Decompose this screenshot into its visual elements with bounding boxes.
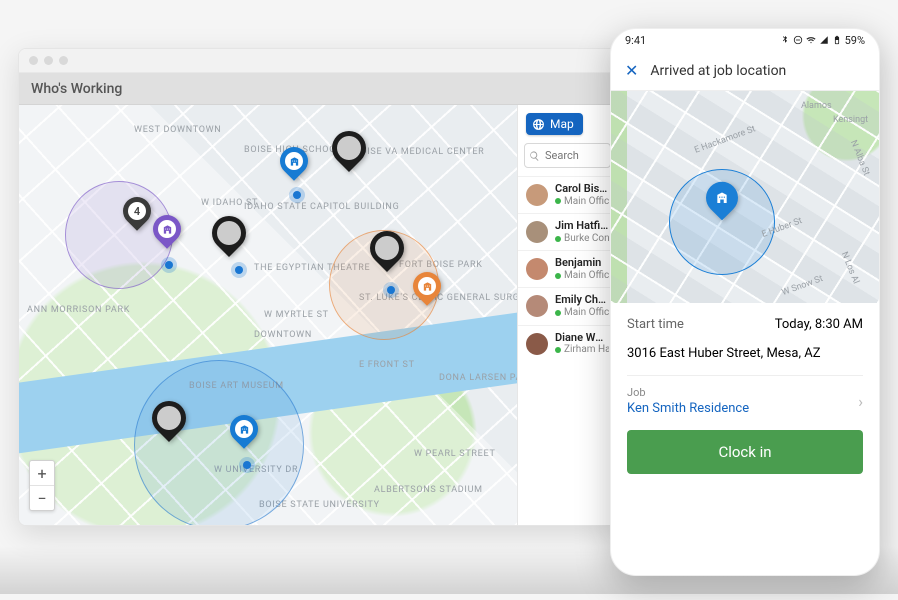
street-label: W Snow St	[781, 274, 825, 298]
status-dot	[555, 273, 561, 279]
employee-pin[interactable]	[205, 209, 253, 257]
employee-location: Main Office	[555, 307, 609, 319]
map-poi-label: W University Dr	[214, 465, 298, 475]
site-pin[interactable]	[147, 209, 187, 249]
map-poi-label: W Myrtle St	[264, 310, 329, 320]
gps-dot	[165, 261, 173, 269]
avatar	[526, 221, 548, 243]
bluetooth-icon	[780, 35, 790, 45]
status-bar: 9:41 59%	[611, 29, 879, 51]
window-chrome	[19, 49, 617, 73]
status-dot	[555, 236, 561, 242]
page-title: Who's Working	[19, 73, 617, 105]
employee-name: Diane Walters	[555, 332, 609, 345]
mobile-title: Arrived at job location	[650, 63, 786, 79]
employee-location: Zirham Hardware	[555, 344, 609, 356]
battery-icon	[832, 35, 842, 45]
street-label: Alamos	[801, 101, 832, 111]
job-name: Ken Smith Residence	[627, 401, 749, 416]
street-label: Kensingt	[833, 115, 868, 125]
search-icon	[529, 150, 540, 161]
gps-dot	[293, 191, 301, 199]
globe-icon	[532, 118, 545, 131]
employee-list-item[interactable]: Jim HatfieldBurke Construction	[518, 213, 617, 250]
river	[19, 302, 517, 458]
map-poi-label: Albertsons Stadium	[374, 485, 483, 495]
sidebar: Map Carol BishopMain OfficeJim HatfieldB…	[517, 105, 617, 525]
gps-dot	[387, 286, 395, 294]
window-dot	[59, 56, 68, 65]
employee-location: Burke Construction	[555, 233, 609, 245]
avatar	[526, 184, 548, 206]
window-dot	[29, 56, 38, 65]
map-poi-label: WEST DOWNTOWN	[134, 125, 221, 135]
window-dot	[44, 56, 53, 65]
employee-location: Main Office	[555, 270, 609, 282]
employee-list-item[interactable]: Emily ChangMain Office	[518, 287, 617, 324]
map-poi-label: Idaho State Capitol Building	[244, 202, 399, 212]
status-dot	[555, 310, 561, 316]
cluster-pin[interactable]: 4	[117, 191, 157, 231]
battery-percent: 59%	[845, 34, 865, 47]
dnd-icon	[793, 35, 803, 45]
map-poi-label: Boise State University	[259, 500, 380, 510]
street-label: E Hackamore St	[693, 124, 757, 155]
zoom-out-button[interactable]: −	[30, 485, 54, 510]
status-dot	[555, 198, 561, 204]
mobile-header: ✕ Arrived at job location	[611, 51, 879, 91]
employee-location: Main Office	[555, 196, 609, 208]
wifi-icon	[806, 35, 816, 45]
status-dot	[555, 347, 561, 353]
employee-name: Carol Bishop	[555, 183, 609, 196]
zoom-control: + −	[29, 460, 55, 511]
site-pin[interactable]	[407, 266, 447, 306]
job-row[interactable]: Job Ken Smith Residence ›	[611, 376, 879, 430]
job-label: Job	[627, 386, 749, 399]
desktop-app-window: Who's Working + − WEST DOWNTOWNBoise Hig…	[18, 48, 618, 526]
mobile-map[interactable]: AlamosKensingtN Alba StE Hackamore StE H…	[611, 91, 879, 303]
address-text: 3016 East Huber Street, Mesa, AZ	[627, 346, 821, 361]
map-poi-label: The Egyptian Theatre	[254, 263, 370, 273]
start-time-value: Today, 8:30 AM	[775, 317, 863, 332]
gps-dot	[235, 266, 243, 274]
map-canvas[interactable]: + − WEST DOWNTOWNBoise High SchoolBoise …	[19, 105, 517, 525]
employee-pin[interactable]	[363, 224, 411, 272]
street-label: N Los Al	[839, 251, 861, 286]
gps-dot	[243, 461, 251, 469]
signal-icon	[819, 35, 829, 45]
mobile-device: 9:41 59% ✕ Arrived at job location Alamo…	[610, 28, 880, 576]
map-poi-label: DOWNTOWN	[254, 330, 312, 340]
avatar	[526, 333, 548, 355]
employee-list-item[interactable]: Diane WaltersZirham Hardware	[518, 325, 617, 362]
zoom-in-button[interactable]: +	[30, 461, 54, 485]
map-toggle-label: Map	[550, 117, 574, 131]
map-poi-label: Ann Morrison Park	[27, 305, 130, 315]
employee-name: Emily Chang	[555, 294, 609, 307]
chevron-right-icon: ›	[858, 392, 863, 411]
start-time-row: Start time Today, 8:30 AM	[611, 303, 879, 346]
map-poi-label: W Pearl Street	[414, 449, 496, 459]
close-icon[interactable]: ✕	[625, 61, 638, 80]
map-poi-label: W Idaho St	[201, 198, 258, 208]
map-poi-label: Fort Boise Park	[399, 260, 483, 270]
clock-in-button[interactable]: Clock in	[627, 430, 863, 474]
employee-pin[interactable]	[325, 124, 373, 172]
avatar	[526, 295, 548, 317]
map-poi-label: Boise VA Medical Center	[354, 147, 484, 157]
status-time: 9:41	[625, 34, 646, 47]
start-time-label: Start time	[627, 317, 684, 332]
search-box	[524, 143, 611, 168]
employee-name: Benjamin	[555, 257, 609, 270]
employee-name: Jim Hatfield	[555, 220, 609, 233]
employee-list-item[interactable]: BenjaminMain Office	[518, 250, 617, 287]
street-label: N Alba St	[848, 139, 871, 177]
map-toggle-button[interactable]: Map	[526, 113, 583, 135]
building-icon	[715, 191, 729, 205]
employee-list-item[interactable]: Carol BishopMain Office	[518, 176, 617, 213]
avatar	[526, 258, 548, 280]
site-pin[interactable]	[274, 141, 314, 181]
